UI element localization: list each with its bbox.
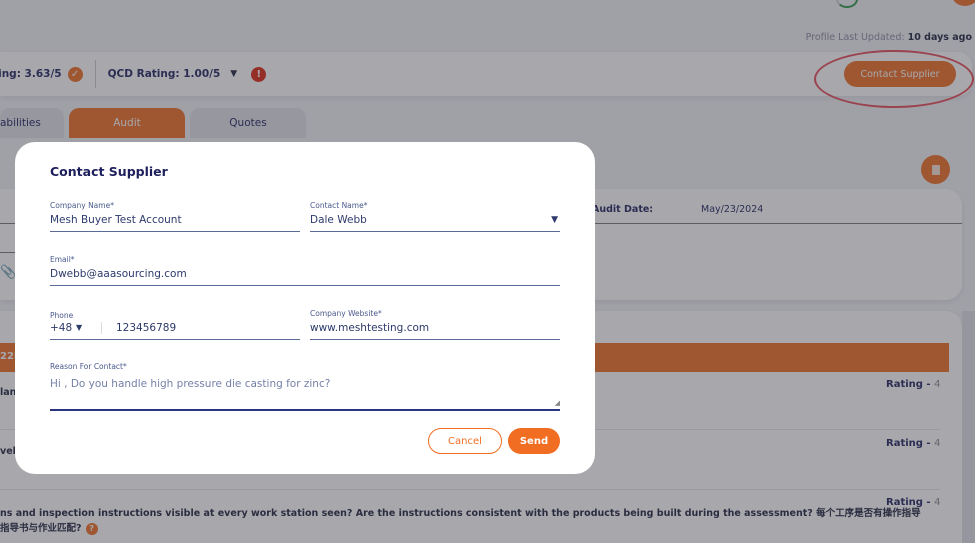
contact-supplier-dialog: Contact Supplier Company Name* Contact N… [15, 142, 595, 474]
resize-handle-icon[interactable]: ◢ [555, 399, 560, 407]
reason-label: Reason For Contact* [50, 362, 127, 371]
company-name-field[interactable]: Company Name* [50, 201, 300, 232]
company-website-field[interactable]: Company Website* [310, 309, 560, 340]
contact-name-label: Contact Name* [310, 201, 368, 210]
phone-field[interactable]: Phone +48 ▼ [50, 311, 300, 340]
country-code-select[interactable]: +48 [50, 322, 72, 334]
company-name-label: Company Name* [50, 201, 114, 210]
email-field[interactable]: Email* [50, 255, 560, 286]
chevron-down-icon[interactable]: ▼ [76, 323, 82, 332]
company-name-input[interactable] [50, 214, 300, 226]
email-label: Email* [50, 255, 75, 264]
contact-name-select[interactable]: Dale Webb [310, 214, 560, 226]
company-website-input[interactable] [310, 322, 560, 334]
cancel-button[interactable]: Cancel [428, 428, 502, 454]
phone-input[interactable] [116, 322, 296, 334]
email-input[interactable] [50, 268, 560, 280]
reason-textarea[interactable]: Hi , Do you handle high pressure die cas… [50, 378, 560, 390]
chevron-down-icon[interactable]: ▼ [551, 215, 558, 225]
reason-field[interactable]: Reason For Contact* Hi , Do you handle h… [50, 362, 560, 411]
contact-name-field[interactable]: Contact Name* Dale Webb ▼ [310, 201, 560, 232]
phone-label: Phone [50, 311, 74, 320]
divider [101, 322, 102, 334]
company-website-label: Company Website* [310, 309, 382, 318]
send-button[interactable]: Send [508, 428, 560, 454]
dialog-title: Contact Supplier [50, 164, 168, 179]
